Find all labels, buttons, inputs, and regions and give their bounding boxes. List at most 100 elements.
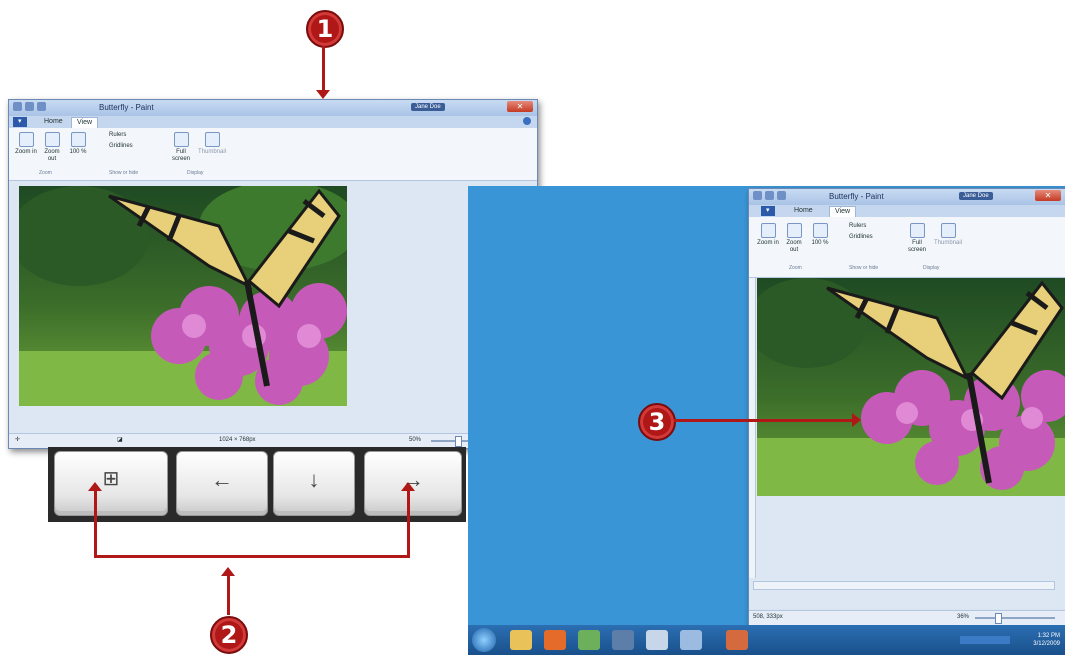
gridlines-checkbox[interactable]: Gridlines <box>109 143 133 150</box>
zoom-100-label: 100 % <box>69 149 87 155</box>
thumbnail-button[interactable]: Thumbnail <box>197 132 227 156</box>
taskbar: 1:32 PM 3/12/2009 <box>468 625 1065 655</box>
thumbnail-label-right: Thumbnail <box>933 240 962 246</box>
full-screen-button-right[interactable]: Full screen <box>905 223 929 254</box>
full-screen-button[interactable]: Full screen <box>169 132 193 163</box>
zoom-100-icon <box>70 132 86 147</box>
zoom-slider-thumb[interactable] <box>455 436 462 447</box>
file-tab[interactable]: ▾ <box>13 117 27 127</box>
zoom-100-button[interactable]: 100 % <box>67 132 89 156</box>
close-icon[interactable]: ✕ <box>507 101 533 112</box>
paint-window-maximized[interactable]: Butterfly - Paint Jane Doe ✕ ▾ Home View… <box>8 99 538 449</box>
thumbnail-button-right[interactable]: Thumbnail <box>933 223 963 247</box>
image-size: 1024 × 768px <box>219 437 256 443</box>
paint-taskbar-icon[interactable] <box>578 630 600 650</box>
explorer-icon[interactable] <box>510 630 532 650</box>
callout-2-left-arm <box>94 490 97 557</box>
gridlines-label-right: Gridlines <box>849 234 873 240</box>
thumbnail-label: Thumbnail <box>197 149 226 155</box>
full-screen-label: Full screen <box>171 149 190 162</box>
user-badge-right: Jane Doe <box>959 192 993 200</box>
callout-1-line <box>322 46 325 92</box>
zoom-out-label-right: Zoom out <box>786 240 802 253</box>
media-player-icon[interactable] <box>544 630 566 650</box>
clock-time: 1:32 PM <box>1037 633 1060 639</box>
callout-2-stem <box>227 575 230 615</box>
quick-access-toolbar[interactable] <box>13 102 46 113</box>
coords-readout: 508, 333px <box>753 614 783 620</box>
zoom-in-button-right[interactable]: Zoom in <box>757 223 779 247</box>
ribbon-tabs: ▾ Home View <box>9 116 537 128</box>
window-title-right: Butterfly - Paint <box>829 192 884 201</box>
callout-2-right-arm <box>407 490 410 557</box>
thumbnail-icon-right <box>940 223 956 238</box>
rulers-checkbox-right[interactable]: Rulers <box>849 223 866 230</box>
app-icon-5[interactable] <box>646 630 668 650</box>
quick-access-toolbar-right[interactable] <box>753 191 786 202</box>
zoom-out-button[interactable]: Zoom out <box>41 132 63 163</box>
full-screen-label-right: Full screen <box>907 240 926 253</box>
left-arrow-glyph: ← <box>211 467 233 492</box>
zoom-out-icon-right <box>786 223 802 238</box>
rulers-label: Rulers <box>109 132 127 138</box>
paint-window-snapped[interactable]: Butterfly - Paint Jane Doe ✕ ▾ Home View… <box>748 188 1065 626</box>
callout-3-arrowhead <box>852 413 861 427</box>
zoom-level: 50% <box>409 437 422 443</box>
selection-icon: ◪ <box>117 437 123 443</box>
rulers-label-right: Rulers <box>849 223 867 229</box>
zoom-out-button-right[interactable]: Zoom out <box>783 223 805 254</box>
app-icon-7[interactable] <box>726 630 748 650</box>
gridlines-label: Gridlines <box>109 143 133 149</box>
clock[interactable]: 1:32 PM 3/12/2009 <box>1016 632 1060 648</box>
clock-date: 3/12/2009 <box>1033 641 1060 647</box>
callout-1-arrowhead <box>316 90 330 99</box>
zoom-in-icon-right <box>760 223 776 238</box>
horizontal-scrollbar[interactable] <box>753 581 1055 590</box>
app-icon-4[interactable] <box>612 630 634 650</box>
gridlines-checkbox-right[interactable]: Gridlines <box>849 234 873 241</box>
start-button-icon[interactable] <box>472 628 496 652</box>
full-screen-icon-right <box>909 223 925 238</box>
windows-key-glyph: ⊞ <box>102 468 120 490</box>
left-arrow-key: ← <box>176 451 268 516</box>
title-bar-right[interactable]: Butterfly - Paint Jane Doe ✕ <box>749 189 1065 205</box>
zoom-out-label: Zoom out <box>44 149 60 162</box>
zoom-slider-thumb-right[interactable] <box>995 613 1002 624</box>
zoom-in-icon <box>18 132 34 147</box>
close-icon-right[interactable]: ✕ <box>1035 190 1061 201</box>
rulers-checkbox[interactable]: Rulers <box>109 132 126 139</box>
zoom-in-label-right: Zoom in <box>757 240 779 246</box>
app-icon-6[interactable] <box>680 630 702 650</box>
tab-home[interactable]: Home <box>39 117 68 127</box>
status-bar: ✛ ◪ 1024 × 768px 50% <box>9 433 537 448</box>
title-bar[interactable]: Butterfly - Paint Jane Doe ✕ <box>9 100 537 116</box>
group-show-label-right: Show or hide <box>849 265 879 271</box>
help-icon[interactable] <box>523 117 531 125</box>
butterfly-image[interactable] <box>19 186 347 406</box>
ribbon-tabs-right: ▾ Home View <box>749 205 1065 217</box>
ribbon-right: Zoom in Zoom out 100 % Rulers Gridlines … <box>749 217 1065 278</box>
zoom-slider-right[interactable] <box>975 617 1055 619</box>
group-zoom-label: Zoom <box>39 170 52 176</box>
callout-3-line <box>674 419 854 422</box>
group-display-label: Display <box>187 170 204 176</box>
tab-view[interactable]: View <box>71 117 99 128</box>
group-display-label-right: Display <box>923 265 940 271</box>
file-tab-right[interactable]: ▾ <box>761 206 775 216</box>
zoom-out-icon <box>44 132 60 147</box>
down-arrow-key: ↓ <box>273 451 355 516</box>
callout-2-right-arrowhead <box>401 482 415 491</box>
callout-2-bracket <box>94 555 410 558</box>
zoom-100-button-right[interactable]: 100 % <box>809 223 831 247</box>
butterfly-photo-graphic-right <box>757 278 1065 496</box>
zoom-100-icon-right <box>812 223 828 238</box>
notification-icons[interactable] <box>960 636 1010 644</box>
tab-home-right[interactable]: Home <box>789 206 818 216</box>
group-zoom-label-right: Zoom <box>789 265 802 271</box>
zoom-in-label: Zoom in <box>15 149 37 155</box>
tab-view-right[interactable]: View <box>829 206 857 217</box>
zoom-in-button[interactable]: Zoom in <box>15 132 37 156</box>
butterfly-image-right[interactable] <box>757 278 1065 496</box>
status-bar-right: 508, 333px 36% <box>749 610 1065 625</box>
vertical-scrollbar[interactable] <box>749 278 756 578</box>
